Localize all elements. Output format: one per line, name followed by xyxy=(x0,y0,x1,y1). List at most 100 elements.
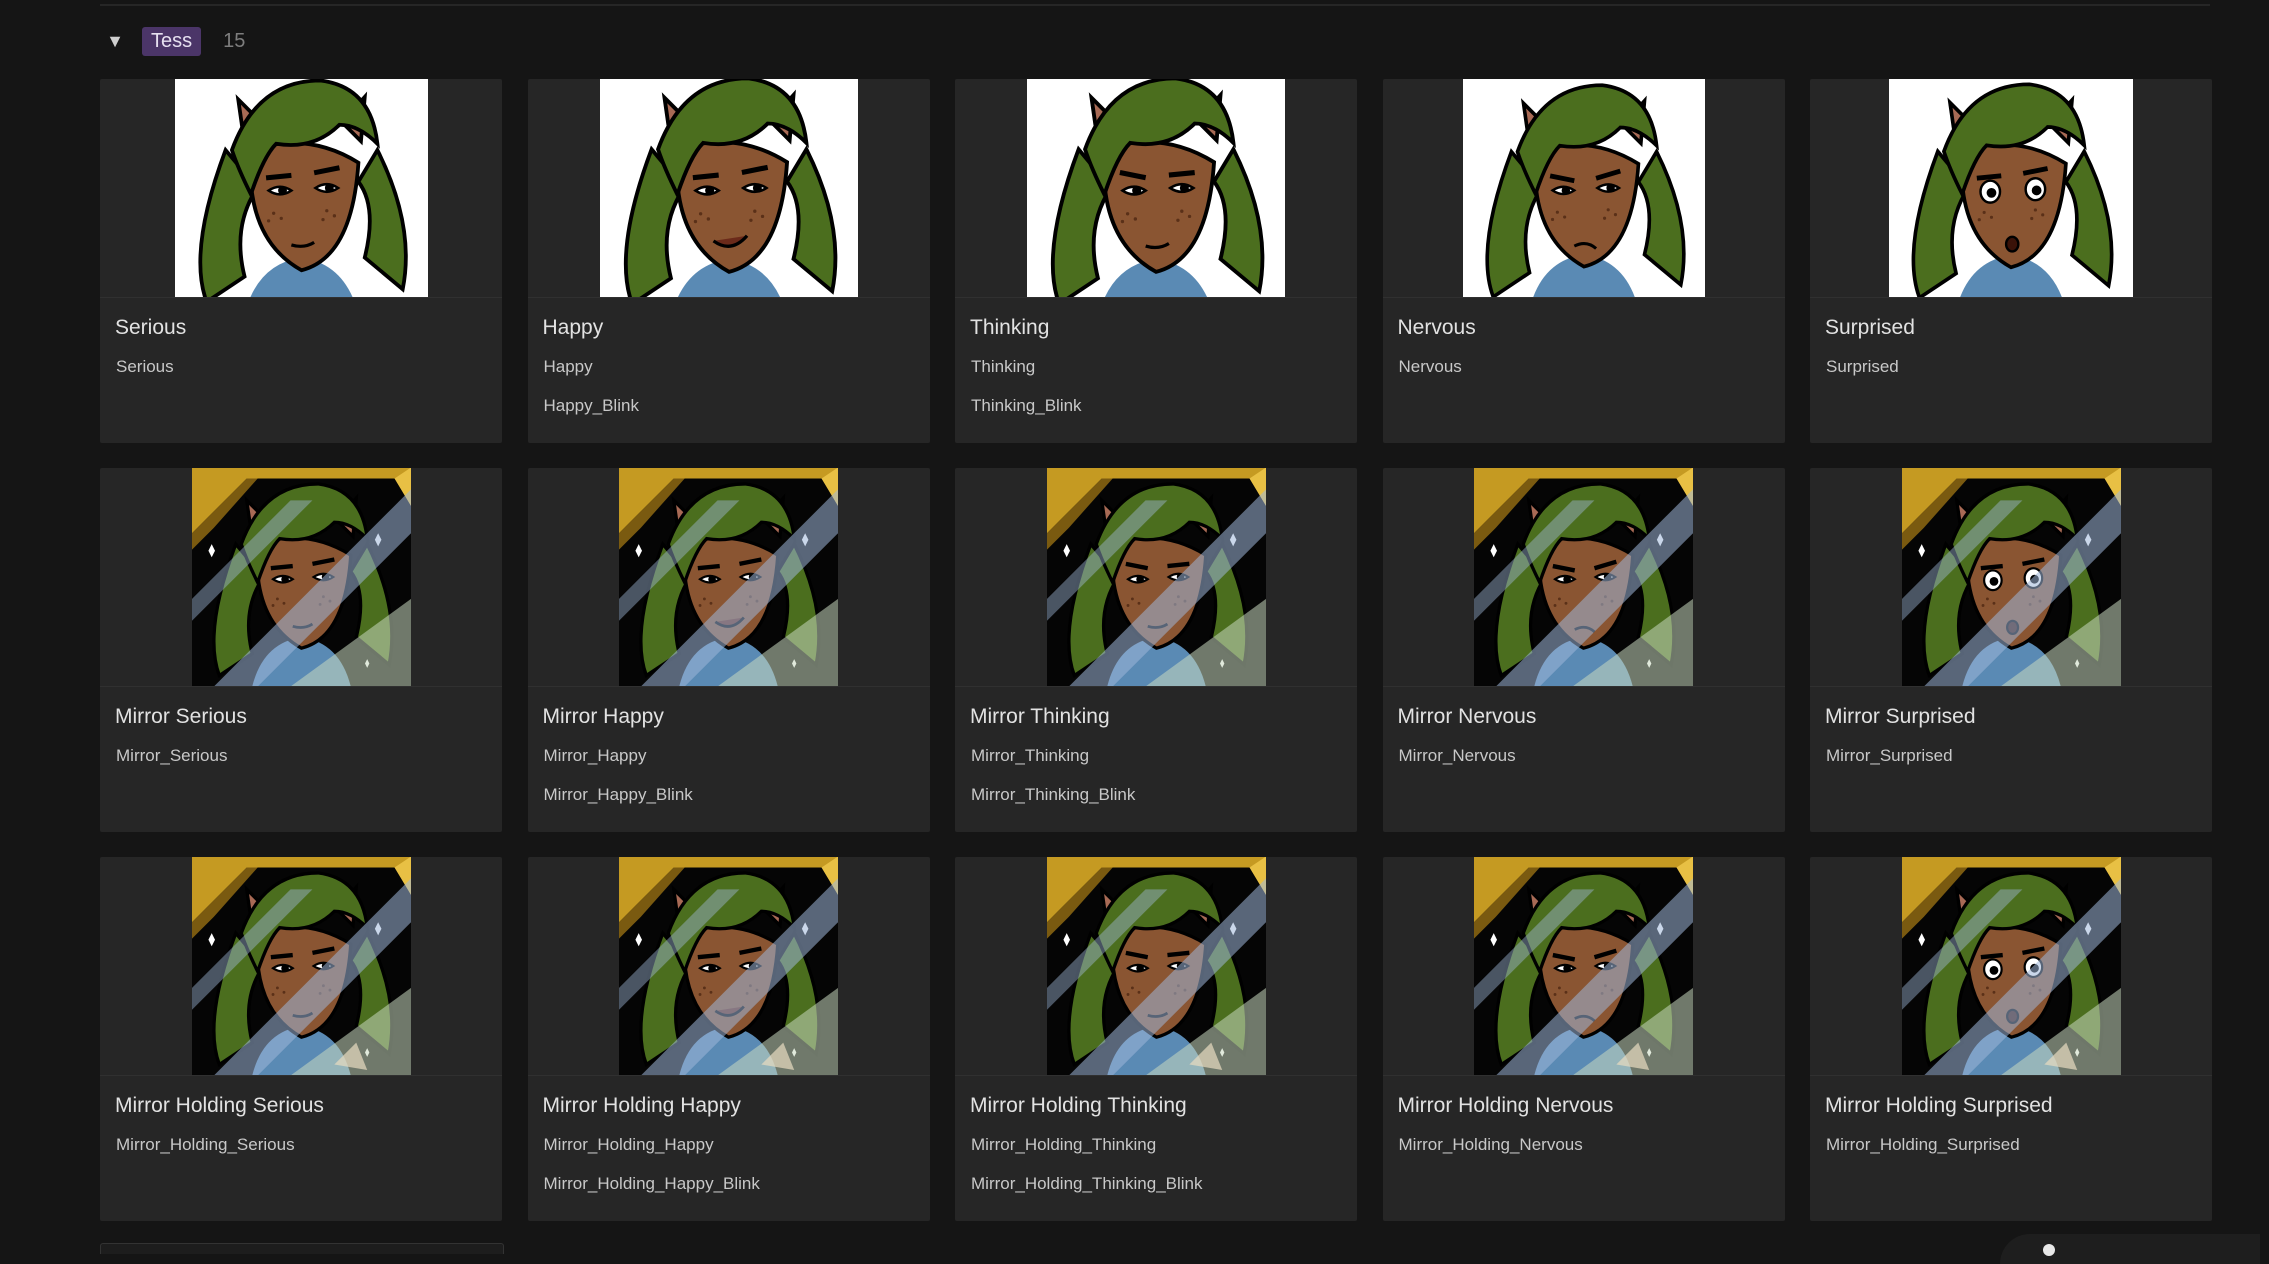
expression-card[interactable]: Mirror Nervous Mirror_Nervous xyxy=(1382,468,1785,832)
variant-list: Mirror_Nervous xyxy=(1399,746,1785,785)
portrait-thumbnail[interactable] xyxy=(174,79,428,297)
thumbnail-area xyxy=(527,468,930,687)
variant-item[interactable]: Thinking_Blink xyxy=(971,396,1357,435)
card-title: Mirror Surprised xyxy=(1825,705,1976,728)
thumbnail-area xyxy=(100,79,502,298)
portrait-thumbnail[interactable] xyxy=(1901,468,2121,686)
expression-card[interactable]: Surprised Surprised xyxy=(1810,79,2212,443)
variant-list: Serious xyxy=(116,357,502,396)
thumbnail-area xyxy=(955,79,1357,298)
card-title: Mirror Nervous xyxy=(1397,705,1537,728)
thumbnail-area xyxy=(1382,468,1785,687)
variant-item[interactable]: Happy xyxy=(544,357,930,396)
card-title: Mirror Holding Happy xyxy=(542,1094,741,1117)
expression-card[interactable]: Mirror Happy Mirror_Happy Mirror_Happy_Bli… xyxy=(527,468,930,832)
variant-list: Surprised xyxy=(1826,357,2212,396)
variant-item[interactable]: Mirror_Thinking xyxy=(971,746,1357,785)
variant-item[interactable]: Mirror_Holding_Thinking_Blink xyxy=(971,1174,1357,1213)
card-title: Thinking xyxy=(970,316,1050,339)
portrait-thumbnail[interactable] xyxy=(599,79,858,297)
variant-item[interactable]: Thinking xyxy=(971,357,1357,396)
expression-card[interactable]: Mirror Holding Happy Mirror_Holding_Happy… xyxy=(527,857,930,1221)
portrait-thumbnail[interactable] xyxy=(619,468,838,686)
portrait-thumbnail[interactable] xyxy=(619,857,838,1075)
variant-item[interactable]: Mirror_Thinking_Blink xyxy=(971,785,1357,824)
variant-item[interactable]: Mirror_Happy_Blink xyxy=(544,785,930,824)
card-title: Mirror Holding Serious xyxy=(115,1094,324,1117)
expression-card[interactable]: Serious Serious xyxy=(100,79,502,443)
portrait-thumbnail[interactable] xyxy=(1462,79,1705,297)
thumbnail-area xyxy=(1810,857,2212,1076)
thumbnail-area xyxy=(955,857,1357,1076)
portrait-thumbnail[interactable] xyxy=(191,857,411,1075)
expression-card[interactable]: Mirror Holding Surprised Mirror_Holding_S… xyxy=(1810,857,2212,1221)
portrait-thumbnail[interactable] xyxy=(1901,857,2121,1075)
thumbnail-area xyxy=(955,468,1357,687)
card-title: Mirror Holding Surprised xyxy=(1825,1094,2053,1117)
section-divider xyxy=(100,4,2210,6)
expression-grid: Serious Serious Happy Happy Happy_Blink Think… xyxy=(100,79,2212,1221)
card-title: Mirror Holding Nervous xyxy=(1397,1094,1614,1117)
portrait-thumbnail[interactable] xyxy=(1046,857,1266,1075)
expression-card[interactable]: Happy Happy Happy_Blink xyxy=(527,79,930,443)
expression-card[interactable]: Mirror Holding Thinking Mirror_Holding_Th… xyxy=(955,857,1357,1221)
variant-list: Mirror_Surprised xyxy=(1826,746,2212,785)
expression-card[interactable]: Mirror Serious Mirror_Serious xyxy=(100,468,502,832)
variant-item[interactable]: Surprised xyxy=(1826,357,2212,396)
variant-list: Mirror_Holding_Nervous xyxy=(1399,1135,1785,1174)
portrait-thumbnail[interactable] xyxy=(1889,79,2133,297)
variant-list: Nervous xyxy=(1399,357,1785,396)
card-title: Mirror Happy xyxy=(542,705,664,728)
expression-card[interactable]: Mirror Thinking Mirror_Thinking Mirror_Thi… xyxy=(955,468,1357,832)
variant-item[interactable]: Mirror_Holding_Thinking xyxy=(971,1135,1357,1174)
variant-item[interactable]: Mirror_Holding_Happy_Blink xyxy=(544,1174,930,1213)
card-title: Happy xyxy=(542,316,604,339)
portrait-thumbnail[interactable] xyxy=(1027,79,1285,297)
variant-list: Mirror_Holding_Serious xyxy=(116,1135,502,1174)
thumbnail-area xyxy=(1382,857,1785,1076)
portrait-thumbnail[interactable] xyxy=(191,468,411,686)
thumbnail-area xyxy=(1382,79,1785,298)
expression-card[interactable]: Mirror Surprised Mirror_Surprised xyxy=(1810,468,2212,832)
card-title: Surprised xyxy=(1825,316,1915,339)
portrait-thumbnail[interactable] xyxy=(1474,857,1693,1075)
variant-list: Mirror_Holding_Surprised xyxy=(1826,1135,2212,1174)
variant-list: Mirror_Holding_Happy Mirror_Holding_Happy… xyxy=(544,1135,930,1213)
next-card-edge xyxy=(100,1243,504,1254)
variant-list: Happy Happy_Blink xyxy=(544,357,930,435)
variant-item[interactable]: Mirror_Nervous xyxy=(1399,746,1785,785)
group-count: 15 xyxy=(223,29,246,52)
card-title: Mirror Holding Thinking xyxy=(970,1094,1187,1117)
scroll-control[interactable] xyxy=(2000,1234,2260,1264)
variant-item[interactable]: Mirror_Holding_Happy xyxy=(544,1135,930,1174)
variant-item[interactable]: Serious xyxy=(116,357,502,396)
variant-list: Mirror_Serious xyxy=(116,746,502,785)
variant-item[interactable]: Mirror_Surprised xyxy=(1826,746,2212,785)
variant-item[interactable]: Mirror_Holding_Surprised xyxy=(1826,1135,2212,1174)
portrait-thumbnail[interactable] xyxy=(1474,468,1693,686)
expression-card[interactable]: Thinking Thinking Thinking_Blink xyxy=(955,79,1357,443)
thumbnail-area xyxy=(527,857,930,1076)
triangle-down-icon: ▼ xyxy=(106,30,124,51)
portrait-thumbnail[interactable] xyxy=(1046,468,1266,686)
collapse-toggle[interactable]: ▼ xyxy=(100,26,130,56)
variant-list: Mirror_Thinking Mirror_Thinking_Blink xyxy=(971,746,1357,824)
thumbnail-area xyxy=(527,79,930,298)
group-tag[interactable]: Tess xyxy=(142,26,202,56)
variant-item[interactable]: Nervous xyxy=(1399,357,1785,396)
variant-item[interactable]: Mirror_Holding_Nervous xyxy=(1399,1135,1785,1174)
variant-item[interactable]: Mirror_Serious xyxy=(116,746,502,785)
expression-card[interactable]: Mirror Holding Serious Mirror_Holding_Ser… xyxy=(100,857,502,1221)
expression-card[interactable]: Mirror Holding Nervous Mirror_Holding_Ner… xyxy=(1382,857,1785,1221)
thumbnail-area xyxy=(1810,468,2212,687)
variant-item[interactable]: Happy_Blink xyxy=(544,396,930,435)
group-header: ▼ Tess 15 xyxy=(100,26,245,56)
expression-card[interactable]: Nervous Nervous xyxy=(1382,79,1785,443)
variant-item[interactable]: Mirror_Happy xyxy=(544,746,930,785)
scroll-handle[interactable] xyxy=(2043,1244,2055,1256)
variant-item[interactable]: Mirror_Holding_Serious xyxy=(116,1135,502,1174)
thumbnail-area xyxy=(100,468,502,687)
variant-list: Mirror_Happy Mirror_Happy_Blink xyxy=(544,746,930,824)
thumbnail-area xyxy=(1810,79,2212,298)
card-title: Serious xyxy=(115,316,187,339)
